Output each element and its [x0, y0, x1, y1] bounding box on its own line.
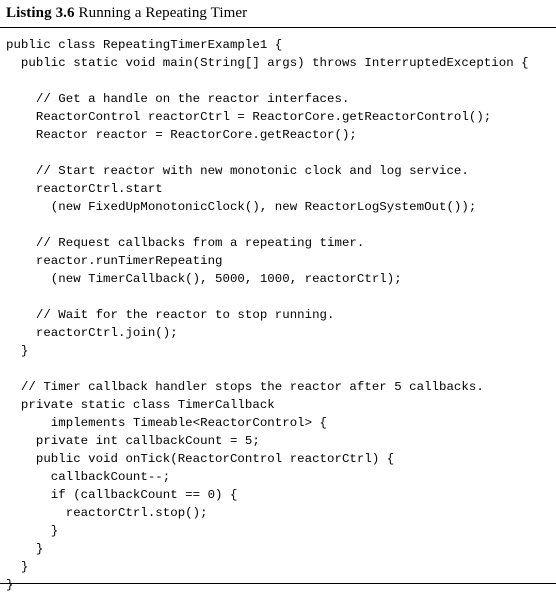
code-line: implements Timeable<ReactorControl> { — [6, 416, 328, 430]
code-line: // Start reactor with new monotonic cloc… — [6, 164, 469, 178]
listing-caption-label: Listing 3.6 — [6, 5, 75, 21]
code-listing-figure: Listing 3.6 Running a Repeating Timer pu… — [0, 0, 556, 592]
code-line: callbackCount--; — [6, 470, 171, 484]
listing-caption: Listing 3.6 Running a Repeating Timer — [0, 0, 556, 26]
code-block: public class RepeatingTimerExample1 { pu… — [0, 28, 556, 594]
code-line: } — [6, 344, 29, 358]
code-line: // Timer callback handler stops the reac… — [6, 380, 484, 394]
code-line: // Get a handle on the reactor interface… — [6, 92, 350, 106]
code-line: public void onTick(ReactorControl reacto… — [6, 452, 395, 466]
code-line: (new TimerCallback(), 5000, 1000, reacto… — [6, 272, 402, 286]
code-line: // Request callbacks from a repeating ti… — [6, 236, 365, 250]
listing-caption-text: Running a Repeating Timer — [78, 5, 248, 21]
code-line: reactor.runTimerRepeating — [6, 254, 223, 268]
code-line: reactorCtrl.stop(); — [6, 506, 208, 520]
code-line: private static class TimerCallback — [6, 398, 275, 412]
code-line: private int callbackCount = 5; — [6, 434, 260, 448]
code-line: // Wait for the reactor to stop running. — [6, 308, 335, 322]
code-line: public static void main(String[] args) t… — [6, 56, 529, 70]
code-line: if (callbackCount == 0) { — [6, 488, 238, 502]
code-line: reactorCtrl.start — [6, 182, 163, 196]
code-line: Reactor reactor = ReactorCore.getReactor… — [6, 128, 357, 142]
code-line: } — [6, 578, 14, 592]
code-line: } — [6, 542, 44, 556]
code-line: reactorCtrl.join(); — [6, 326, 178, 340]
code-line: ReactorControl reactorCtrl = ReactorCore… — [6, 110, 492, 124]
code-line: } — [6, 524, 59, 538]
bottom-rule-wrapper — [0, 583, 556, 584]
code-line: public class RepeatingTimerExample1 { — [6, 38, 283, 52]
listing-bottom-rule — [0, 583, 556, 584]
code-line: } — [6, 560, 29, 574]
code-line: (new FixedUpMonotonicClock(), new Reacto… — [6, 200, 477, 214]
